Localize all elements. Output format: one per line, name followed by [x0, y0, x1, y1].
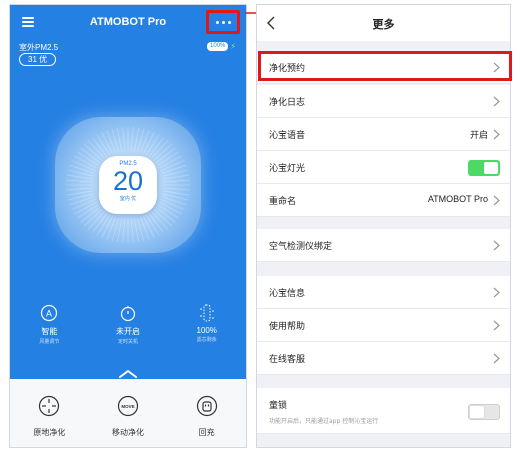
dial-sub: 室内 优 — [119, 196, 137, 202]
svg-text:A: A — [46, 309, 52, 319]
menu-item-label: 沁宝语音 — [269, 131, 306, 141]
chevron-right-icon — [493, 96, 500, 107]
menu-item-rename[interactable]: 重命名 ATMOBOT Pro — [257, 184, 510, 217]
dial-value: 20 — [112, 166, 144, 196]
spot-purify-button[interactable]: 原地净化 — [10, 379, 89, 447]
more-header: 更多 — [257, 5, 510, 41]
battery-indicator: 100% ⚡ — [207, 42, 236, 51]
svg-text:MOVE: MOVE — [121, 404, 134, 409]
main-screen: ATMOBOT Pro 室外PM2.5 31 优 100% ⚡ PM2.5 20… — [9, 4, 247, 448]
chevron-up-icon[interactable] — [118, 369, 138, 379]
status-filter-sub: 滤芯剩余 — [196, 337, 217, 343]
highlight-box — [258, 51, 512, 81]
menu-item-label: 沁宝信息 — [269, 289, 306, 299]
menu-item-label: 空气检测仪绑定 — [269, 242, 333, 252]
bottom-action-bar: 原地净化 MOVE 移动净化 回充 — [10, 379, 246, 447]
status-mode-sub: 风量调节 — [39, 339, 60, 345]
voice-status: 开启 — [469, 130, 488, 140]
status-row: A 智能 风量调节 未开启 定时关机 100% 滤芯剩余 — [10, 303, 246, 345]
screenshot-stage: ATMOBOT Pro 室外PM2.5 31 优 100% ⚡ PM2.5 20… — [0, 0, 520, 456]
timer-icon — [120, 306, 136, 322]
menu-item-label: 重命名 — [269, 197, 297, 207]
main-header: ATMOBOT Pro — [10, 5, 246, 41]
status-mode[interactable]: A 智能 风量调节 — [10, 303, 89, 345]
bolt-icon: ⚡ — [230, 42, 236, 51]
chevron-right-icon — [493, 320, 500, 331]
recharge-button[interactable]: 回充 — [167, 379, 246, 447]
status-mode-value: 智能 — [41, 327, 58, 336]
status-filter-value: 100% — [196, 326, 217, 335]
menu-item-bind-monitor[interactable]: 空气检测仪绑定 — [257, 229, 510, 262]
status-timer[interactable]: 未开启 定时关机 — [89, 303, 168, 345]
child-lock-toggle[interactable] — [468, 404, 500, 420]
pm-dial: PM2.5 20 室内 优 — [55, 117, 201, 253]
move-purify-button[interactable]: MOVE 移动净化 — [89, 379, 168, 447]
chevron-right-icon — [493, 287, 500, 298]
filter-icon — [199, 304, 214, 322]
status-timer-value: 未开启 — [116, 327, 140, 336]
menu-item-support[interactable]: 在线客服 — [257, 342, 510, 375]
page-title: 更多 — [372, 18, 395, 31]
menu-item-voice[interactable]: 沁宝语音 开启 — [257, 118, 510, 151]
menu-item-label: 净化日志 — [269, 98, 306, 108]
light-toggle[interactable] — [468, 160, 500, 176]
menu-item-label: 童锁 — [269, 401, 288, 411]
more-dots-icon[interactable] — [206, 10, 240, 34]
menu-item-label: 使用帮助 — [269, 322, 306, 332]
recharge-icon — [196, 395, 217, 417]
move-icon: MOVE — [117, 395, 139, 417]
menu-item-info[interactable]: 沁宝信息 — [257, 276, 510, 309]
status-filter[interactable]: 100% 滤芯剩余 — [167, 303, 246, 345]
menu-item-label: 沁宝灯光 — [269, 164, 306, 174]
menu-item-child-lock: 童锁 功能开启后，只能通过app 控制沁宝运行 — [257, 388, 510, 434]
battery-level: 100% — [207, 42, 229, 51]
outdoor-pm-value: 31 优 — [19, 53, 57, 66]
menu-item-help[interactable]: 使用帮助 — [257, 309, 510, 342]
spot-purify-icon — [39, 395, 60, 417]
dial-center: PM2.5 20 室内 优 — [99, 156, 157, 214]
status-timer-sub: 定时关机 — [118, 339, 139, 345]
child-lock-desc: 功能开启后，只能通过app 控制沁宝运行 — [269, 418, 379, 425]
spot-purify-label: 原地净化 — [33, 428, 66, 437]
outdoor-pm-label: 室外PM2.5 — [19, 43, 59, 52]
chevron-right-icon — [493, 195, 500, 206]
chevron-right-icon — [493, 240, 500, 251]
recharge-label: 回充 — [198, 428, 215, 437]
chevron-right-icon — [493, 129, 500, 140]
move-purify-label: 移动净化 — [112, 428, 144, 437]
chevron-right-icon — [493, 353, 500, 364]
auto-mode-icon: A — [41, 304, 58, 322]
menu-item-log[interactable]: 净化日志 — [257, 85, 510, 118]
device-name: ATMOBOT Pro — [427, 194, 488, 204]
menu-item-label: 在线客服 — [269, 355, 306, 365]
menu-item-light: 沁宝灯光 — [257, 151, 510, 184]
